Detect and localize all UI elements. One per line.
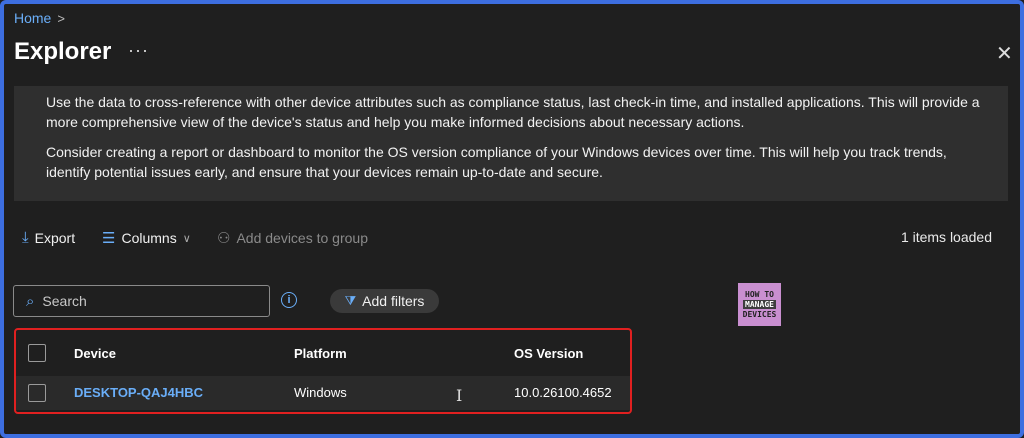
info-icon[interactable]: i	[281, 292, 297, 308]
info-paragraph-2: Consider creating a report or dashboard …	[46, 144, 947, 180]
row-checkbox[interactable]	[28, 384, 46, 402]
chevron-down-icon: ∨	[182, 232, 191, 245]
column-header-device[interactable]: Device	[74, 346, 116, 361]
download-icon: ⤓	[22, 229, 29, 246]
add-devices-to-group-button[interactable]: ⚇ Add devices to group	[217, 229, 368, 247]
column-header-os-version[interactable]: OS Version	[514, 346, 583, 361]
add-devices-label: Add devices to group	[236, 230, 368, 246]
how-to-manage-devices-logo: HOW TO MANAGE DEVICES	[738, 283, 781, 326]
items-loaded-status: 1 items loaded	[900, 229, 992, 245]
logo-text-bottom: DEVICES	[742, 310, 777, 319]
chevron-right-icon: >	[57, 10, 65, 26]
close-button[interactable]: ✕	[996, 41, 1013, 66]
export-label: Export	[34, 229, 76, 246]
device-name-link[interactable]: DESKTOP-QAJ4HBC	[74, 385, 203, 400]
os-version-cell: 10.0.26100.4652	[514, 385, 612, 400]
search-placeholder: Search	[42, 293, 87, 309]
export-button[interactable]: ⤓ Export	[22, 229, 75, 246]
column-header-platform[interactable]: Platform	[294, 346, 347, 361]
add-filters-button[interactable]: ⧩ Add filters	[330, 289, 439, 313]
select-all-checkbox[interactable]	[28, 344, 46, 362]
add-user-icon: ⚇	[217, 230, 231, 247]
columns-label: Columns	[121, 230, 177, 246]
toolbar: ⤓ Export ☰ Columns ∨ ⚇ Add devices to gr…	[22, 229, 1002, 249]
search-input[interactable]: ⌕ Search	[13, 285, 270, 317]
breadcrumb: Home >	[14, 10, 65, 26]
columns-icon: ☰	[102, 230, 116, 247]
more-options-button[interactable]: ···	[128, 40, 149, 61]
search-icon: ⌕	[26, 292, 35, 310]
info-paragraph-1: Use the data to cross-reference with oth…	[46, 94, 980, 130]
logo-text-mid: MANAGE	[743, 300, 776, 309]
columns-button[interactable]: ☰ Columns ∨	[102, 229, 191, 247]
table-row[interactable]: DESKTOP-QAJ4HBC Windows 10.0.26100.4652	[16, 376, 630, 410]
breadcrumb-home-link[interactable]: Home	[14, 10, 51, 26]
info-panel: Use the data to cross-reference with oth…	[14, 86, 1008, 201]
filter-icon: ⧩	[344, 293, 357, 308]
text-cursor-icon: I	[456, 386, 463, 405]
logo-text-top: HOW TO	[745, 290, 774, 299]
page-title: Explorer	[14, 38, 112, 65]
add-filters-label: Add filters	[362, 293, 425, 309]
devices-table: Device Platform OS Version DESKTOP-QAJ4H…	[14, 328, 632, 414]
table-header-row: Device Platform OS Version	[16, 330, 630, 376]
platform-cell: Windows	[294, 385, 347, 400]
